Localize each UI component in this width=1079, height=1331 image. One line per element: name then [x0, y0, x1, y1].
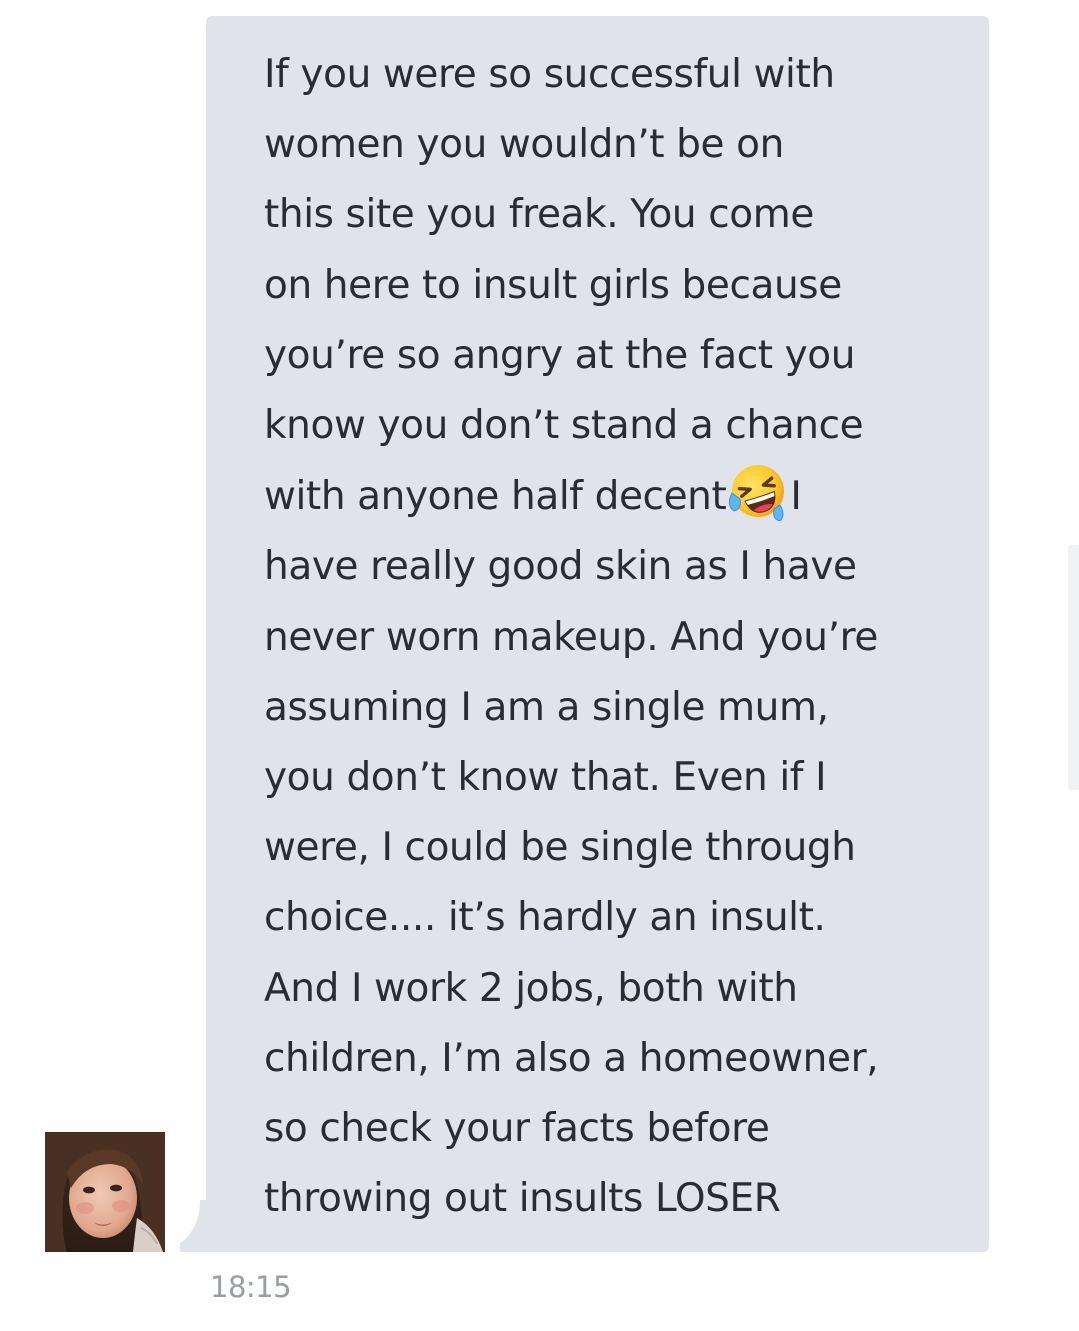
message-line-with-emoji: with anyone half decent I — [264, 461, 964, 532]
message-line: know you don’t stand a chance — [264, 403, 864, 449]
message-line: never worn makeup. And you’re — [264, 614, 878, 660]
message-line: this site you freak. You come — [264, 192, 814, 238]
message-line: were, I could be single through — [264, 825, 856, 871]
message-line: on here to insult girls because — [264, 262, 842, 308]
laughing-tears-emoji-icon — [728, 461, 788, 522]
message-line: so check your facts before — [264, 1106, 770, 1152]
message-line: you’re so angry at the fact you — [264, 332, 856, 378]
message-timestamp: 18:15 — [210, 1270, 292, 1304]
scrollbar[interactable] — [1068, 545, 1079, 790]
message-bubble-tail — [176, 1200, 210, 1252]
message-line: women you wouldn’t be on — [264, 122, 784, 168]
message-line-segment: with anyone half decent — [264, 474, 727, 520]
message-line: have really good skin as I have — [264, 544, 857, 590]
sender-avatar[interactable] — [45, 1132, 165, 1252]
message-line: If you were so successful with — [264, 52, 835, 97]
message-line: assuming I am a single mum, — [264, 684, 829, 730]
message-line-segment: I — [790, 474, 802, 520]
message-line: children, I’m also a homeowner, — [264, 1035, 879, 1081]
message-text: If you were so successful with women you… — [264, 40, 964, 1234]
message-line: And I work 2 jobs, both with — [264, 965, 798, 1011]
message-line: you don’t know that. Even if I — [264, 755, 827, 801]
message-line: throwing out insults LOSER — [264, 1176, 781, 1222]
avatar-photo — [45, 1132, 165, 1252]
message-line: choice.... it’s hardly an insult. — [264, 895, 826, 941]
